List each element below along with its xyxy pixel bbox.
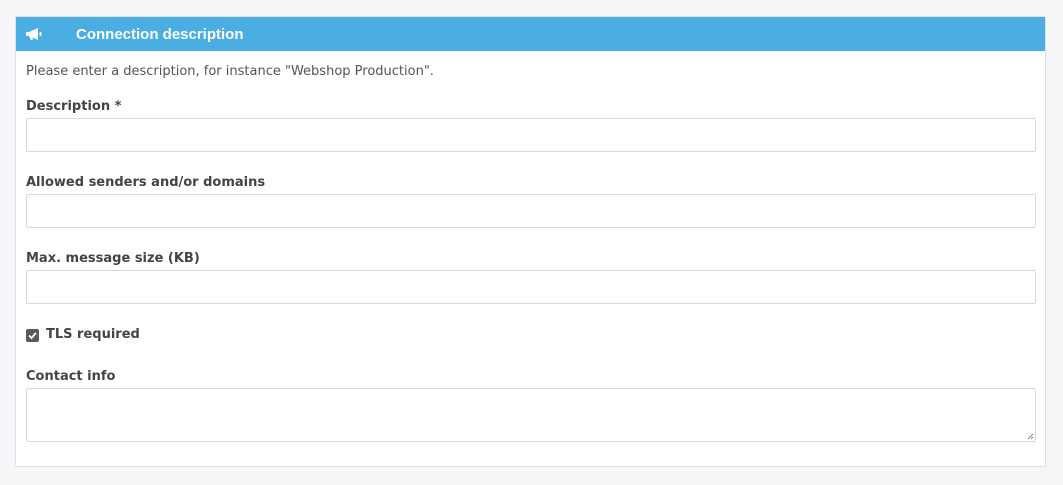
max-message-size-input[interactable] xyxy=(26,270,1036,304)
allowed-senders-label: Allowed senders and/or domains xyxy=(26,175,266,190)
megaphone-icon xyxy=(25,26,45,42)
panel-title: Connection description xyxy=(76,25,244,43)
description-input[interactable] xyxy=(26,118,1036,152)
tls-required-label[interactable]: TLS required xyxy=(46,327,140,342)
contact-info-label: Contact info xyxy=(26,369,116,384)
tls-required-checkbox[interactable] xyxy=(26,329,39,342)
max-message-size-label: Max. message size (KB) xyxy=(26,251,200,266)
contact-info-textarea[interactable] xyxy=(26,388,1036,442)
checkmark-icon xyxy=(28,332,37,340)
description-label: Description * xyxy=(26,99,122,114)
intro-text: Please enter a description, for instance… xyxy=(26,64,434,79)
resize-handle-icon[interactable] xyxy=(1026,432,1034,440)
allowed-senders-input[interactable] xyxy=(26,194,1036,228)
panel-header: Connection description xyxy=(16,17,1045,51)
connection-description-panel: Connection description Please enter a de… xyxy=(15,16,1046,467)
